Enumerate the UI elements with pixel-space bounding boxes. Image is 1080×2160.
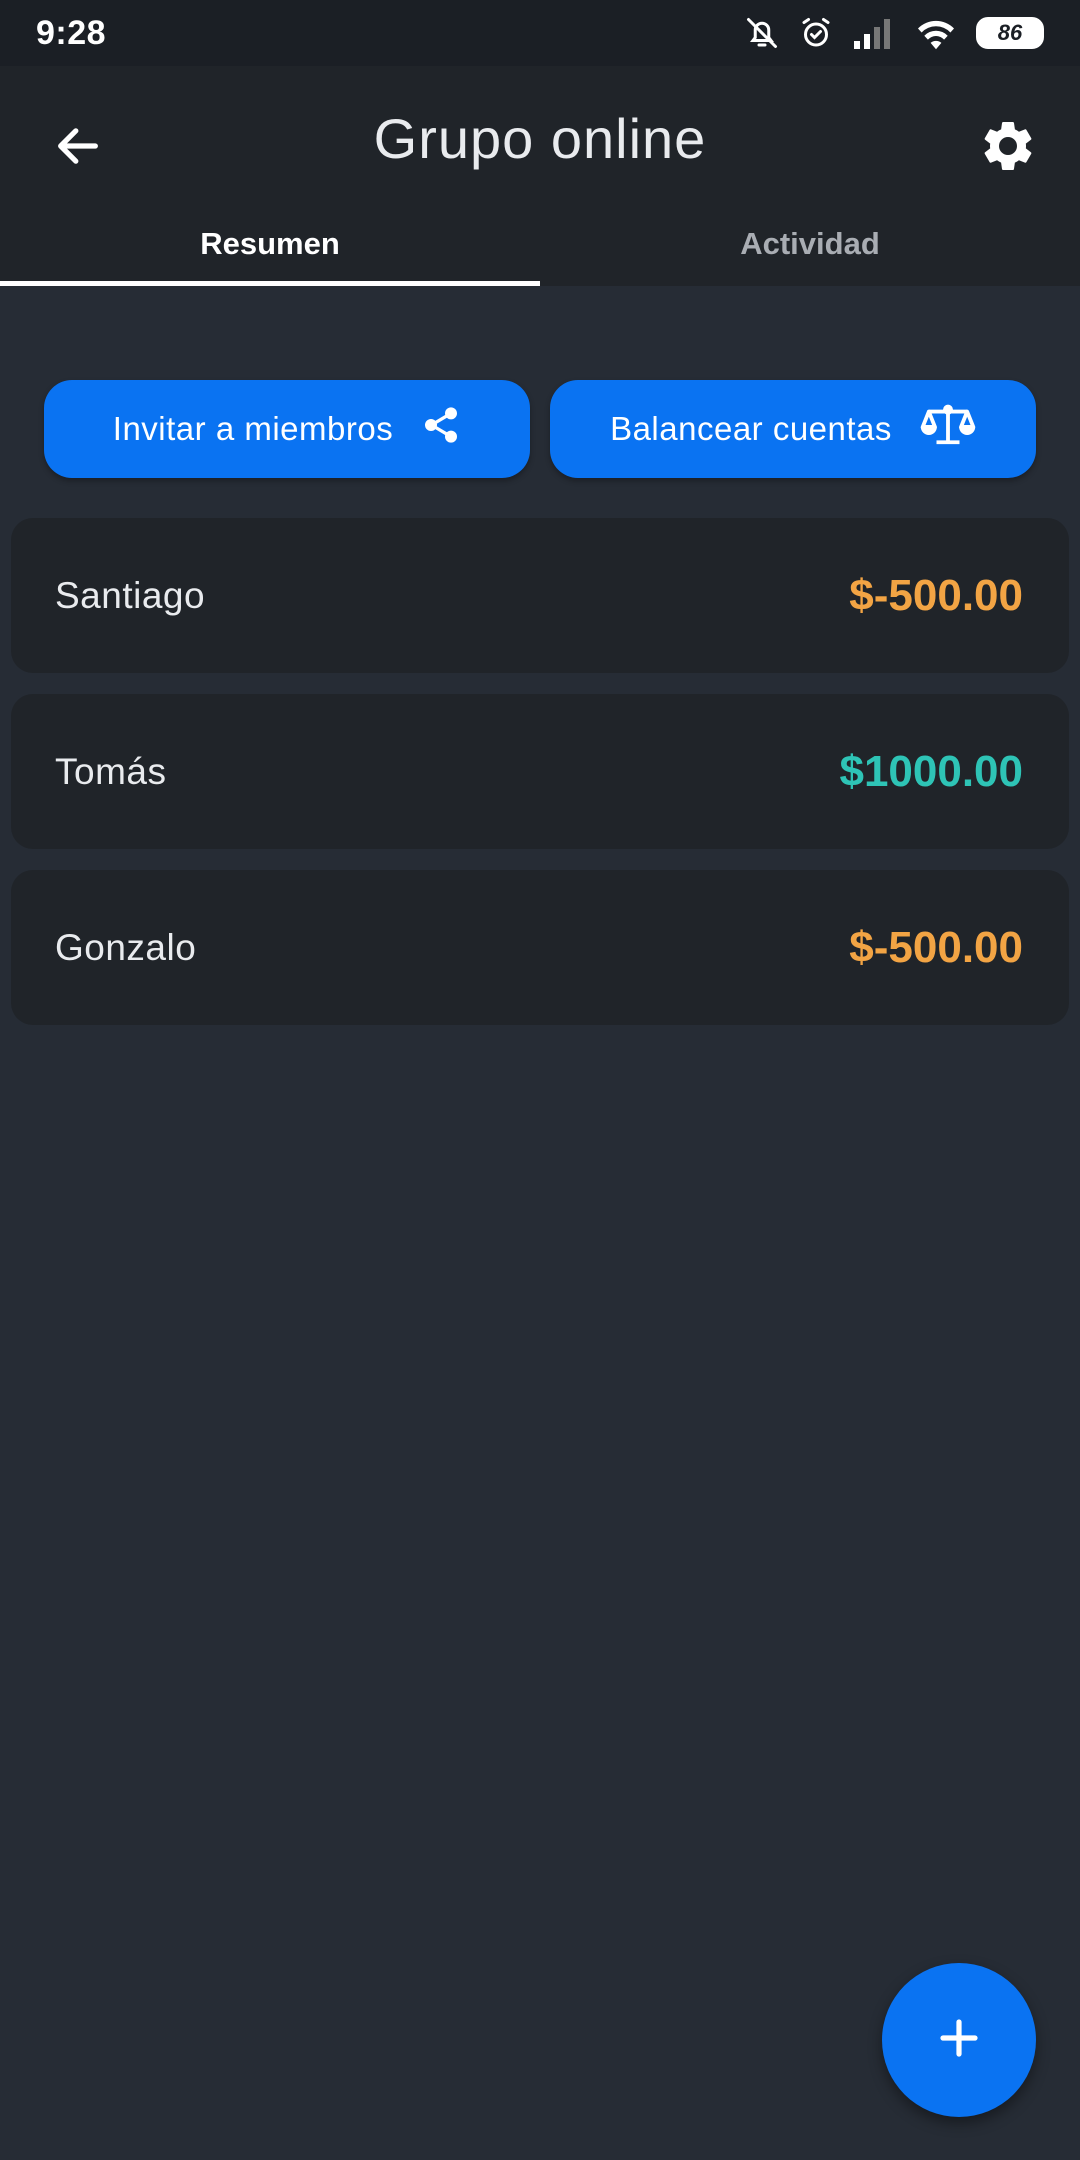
tab-label: Resumen bbox=[200, 226, 340, 261]
action-buttons: Invitar a miembros Balancear cuentas bbox=[44, 380, 1036, 478]
tab-bar: Resumen Actividad bbox=[0, 216, 1080, 286]
tab-label: Actividad bbox=[740, 226, 880, 261]
bell-off-icon bbox=[744, 15, 780, 51]
app-bar: Grupo online Resumen Actividad bbox=[0, 66, 1080, 286]
member-card[interactable]: Tomás $1000.00 bbox=[11, 694, 1069, 849]
battery-icon: 86 bbox=[976, 17, 1044, 49]
member-balance: $-500.00 bbox=[849, 922, 1023, 972]
add-expense-button[interactable] bbox=[882, 1963, 1036, 2117]
member-card[interactable]: Gonzalo $-500.00 bbox=[11, 870, 1069, 1025]
member-card[interactable]: Santiago $-500.00 bbox=[11, 518, 1069, 673]
gear-icon bbox=[978, 116, 1038, 181]
tab-actividad[interactable]: Actividad bbox=[540, 216, 1080, 286]
battery-level: 86 bbox=[997, 20, 1023, 45]
tab-resumen[interactable]: Resumen bbox=[0, 216, 540, 286]
settings-button[interactable] bbox=[970, 110, 1046, 186]
tab-indicator bbox=[0, 281, 540, 286]
member-balance: $1000.00 bbox=[839, 746, 1023, 796]
member-name: Tomás bbox=[55, 750, 167, 792]
member-balance: $-500.00 bbox=[849, 570, 1023, 620]
member-name: Gonzalo bbox=[55, 926, 197, 968]
invite-members-button[interactable]: Invitar a miembros bbox=[44, 380, 530, 478]
members-list: Santiago $-500.00 Tomás $1000.00 Gonzalo… bbox=[11, 518, 1069, 1046]
scale-icon bbox=[920, 402, 976, 456]
invite-members-label: Invitar a miembros bbox=[112, 410, 394, 447]
status-bar: 9:28 86 bbox=[0, 0, 1080, 66]
member-name: Santiago bbox=[55, 574, 206, 616]
page-title: Grupo online bbox=[373, 107, 707, 170]
alarm-icon bbox=[798, 15, 834, 51]
status-icons: 86 bbox=[744, 15, 1044, 51]
status-time: 9:28 bbox=[36, 13, 107, 52]
balance-accounts-button[interactable]: Balancear cuentas bbox=[550, 380, 1036, 478]
share-icon bbox=[421, 405, 461, 453]
screen: 9:28 86 Grupo online Resumen Actividad I… bbox=[0, 0, 1080, 2160]
plus-icon bbox=[935, 2014, 983, 2067]
wifi-icon bbox=[914, 15, 958, 51]
balance-accounts-label: Balancear cuentas bbox=[610, 410, 892, 447]
signal-icon bbox=[852, 15, 896, 51]
